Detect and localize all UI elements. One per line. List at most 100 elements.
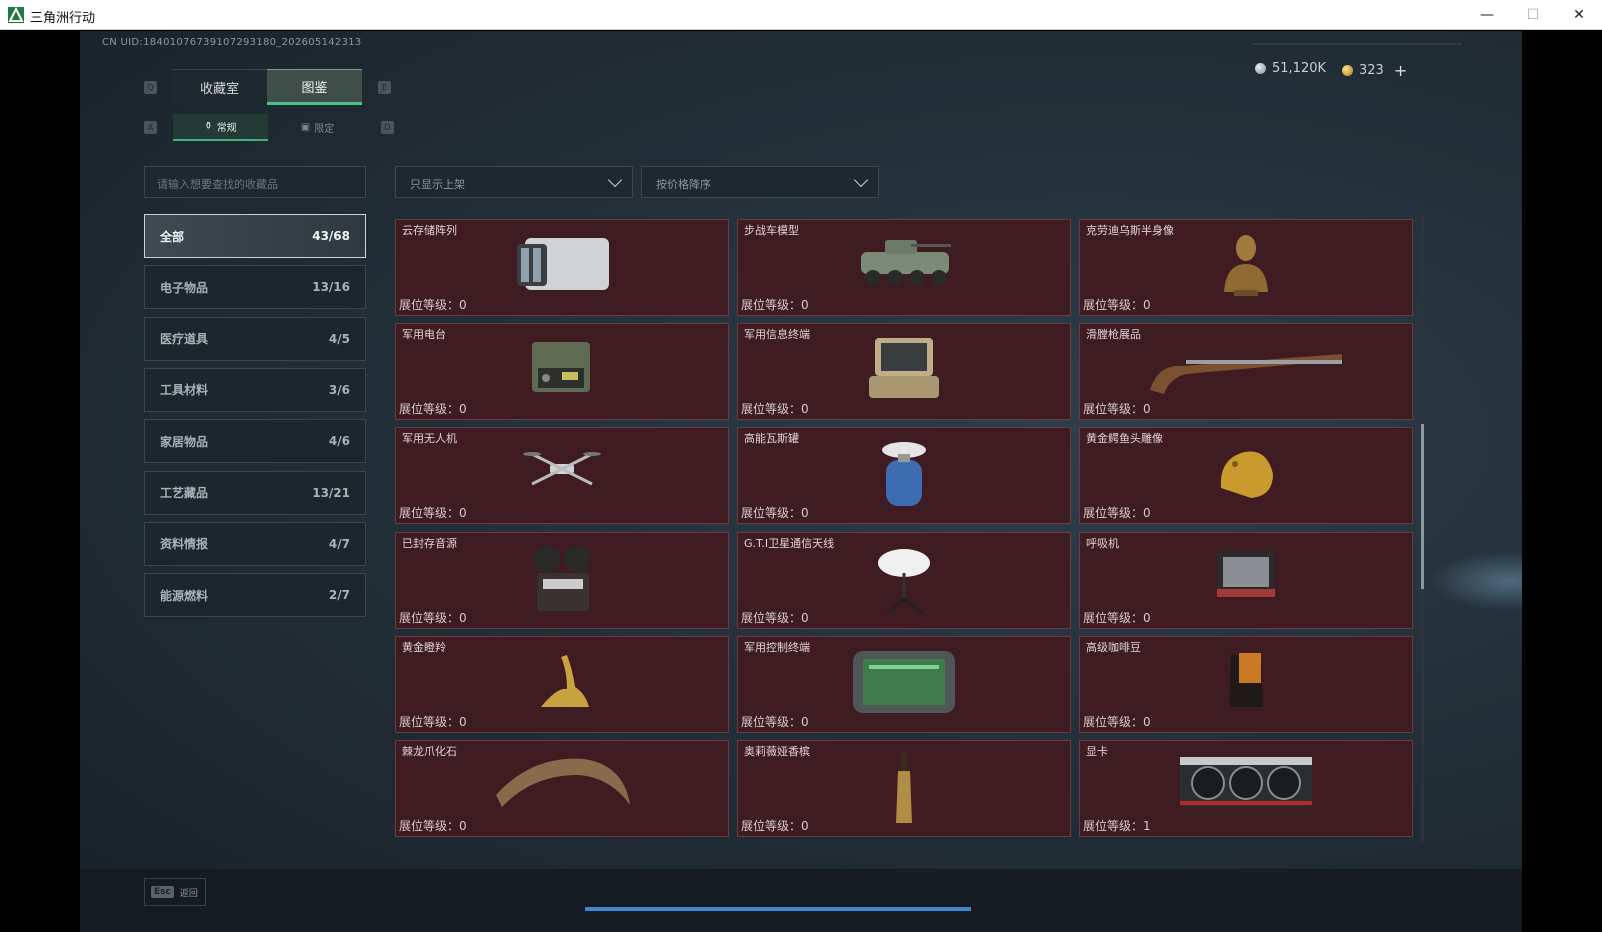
- rugged-terminal-icon: [859, 334, 949, 408]
- listing-filter-value: 只显示上架: [410, 178, 465, 191]
- booth-level-value: 0: [459, 714, 467, 729]
- coffee-bag-icon: [1221, 647, 1271, 717]
- booth-level-label: 展位等级：: [741, 506, 802, 521]
- collectible-name: 克劳迪乌斯半身像: [1086, 224, 1174, 237]
- booth-level-value: 0: [459, 298, 467, 312]
- sort-dropdown[interactable]: 按价格降序: [641, 166, 879, 198]
- category-item[interactable]: 资料情报 4/7: [144, 521, 366, 566]
- booth-level-label: 展位等级：: [741, 298, 802, 312]
- satellite-dish-icon: [874, 543, 934, 621]
- category-label: 工具材料: [160, 383, 209, 398]
- listing-filter-dropdown[interactable]: 只显示上架: [395, 166, 633, 198]
- add-currency-button[interactable]: +: [1394, 61, 1407, 80]
- window-titlebar: 三角洲行动 — ☐ ✕: [0, 0, 1602, 30]
- category-item[interactable]: 工具材料 3/6: [144, 367, 366, 412]
- collectible-name: 呼吸机: [1086, 536, 1119, 550]
- key-hint-a: A: [144, 121, 157, 134]
- category-label: 全部: [160, 229, 185, 244]
- booth-level: 展位等级：0: [741, 817, 809, 834]
- minimize-button[interactable]: —: [1464, 0, 1510, 30]
- booth-level-label: 展位等级：: [741, 402, 802, 417]
- booth-level: 展位等级：0: [1083, 400, 1151, 417]
- control-tablet-icon: [849, 647, 959, 721]
- booth-level-label: 展位等级：: [741, 610, 802, 625]
- category-item[interactable]: 医疗道具 4/5: [144, 316, 366, 361]
- loading-progress-bar: [585, 907, 971, 911]
- booth-level: 展位等级：1: [1083, 817, 1151, 834]
- subtab-normal-label: 常规: [216, 123, 237, 134]
- collectible-card[interactable]: 军用电台展位等级：0: [395, 323, 729, 421]
- category-item[interactable]: 工艺藏品 13/21: [144, 470, 366, 515]
- collectible-card[interactable]: 克劳迪乌斯半身像展位等级：0: [1079, 219, 1413, 316]
- booth-level: 展位等级：0: [741, 296, 809, 313]
- collectible-name: 高级咖啡豆: [1086, 640, 1141, 654]
- booth-level: 展位等级：0: [1083, 296, 1151, 313]
- ifv-model-icon: [849, 230, 959, 300]
- back-button[interactable]: Esc 返回: [144, 878, 206, 906]
- gas-canister-icon: [874, 438, 934, 518]
- booth-level-label: 展位等级：: [399, 714, 460, 729]
- esc-key-hint: Esc: [151, 886, 174, 898]
- collectible-card[interactable]: 高级咖啡豆 展位等级：0: [1079, 635, 1413, 733]
- collectible-name: 军用信息终端: [744, 328, 810, 342]
- collectible-card[interactable]: 奥莉薇娅香槟 展位等级：0: [737, 740, 1071, 837]
- flask-icon: ⚱: [204, 121, 213, 132]
- collectible-card[interactable]: 呼吸机展位等级：0: [1079, 531, 1413, 629]
- category-item[interactable]: 全部 43/68: [144, 214, 366, 258]
- booth-level: 展位等级：0: [399, 609, 467, 626]
- collectible-name: 军用电台: [402, 328, 446, 342]
- collectible-card[interactable]: 军用无人机 展位等级：0: [395, 427, 729, 525]
- collectible-card[interactable]: 黄金鳄鱼头雕像 展位等级：0: [1079, 427, 1413, 525]
- category-item[interactable]: 能源燃料 2/7: [144, 573, 366, 618]
- category-count: 2/7: [328, 588, 350, 603]
- collectible-name: 黄金鳄鱼头雕像: [1086, 432, 1163, 446]
- collectible-card[interactable]: 棘龙爪化石 展位等级：0: [395, 740, 729, 837]
- close-button[interactable]: ✕: [1556, 0, 1602, 30]
- collectible-card[interactable]: 滑膛枪展品展位等级：0: [1079, 323, 1413, 421]
- booth-level-label: 展位等级：: [741, 819, 802, 833]
- collectible-name: 云存储阵列: [402, 224, 457, 237]
- booth-level-value: 0: [459, 819, 467, 833]
- collectible-card[interactable]: 显卡 展位等级：1: [1079, 740, 1413, 837]
- booth-level: 展位等级：0: [741, 713, 809, 730]
- collectible-name: 滑膛枪展品: [1086, 328, 1141, 342]
- category-item[interactable]: 家居物品 4/6: [144, 419, 366, 464]
- collectible-card[interactable]: 黄金瞪羚 展位等级：0: [395, 635, 729, 733]
- booth-level: 展位等级：0: [399, 296, 467, 313]
- subtab-normal[interactable]: ⚱ 常规: [173, 114, 268, 141]
- category-count: 13/21: [312, 485, 350, 500]
- booth-level: 展位等级：0: [1083, 609, 1151, 626]
- search-input[interactable]: 请输入想要查找的收藏品: [144, 166, 366, 198]
- subtab-limited-label: 限定: [314, 124, 335, 135]
- collectible-card[interactable]: 军用控制终端 展位等级：0: [737, 635, 1071, 733]
- maximize-button[interactable]: ☐: [1510, 0, 1556, 30]
- gold-currency[interactable]: 323 +: [1342, 61, 1407, 80]
- graphics-card-icon: [1176, 751, 1316, 817]
- gold-crocodile-icon: [1211, 438, 1281, 508]
- tab-collection-room[interactable]: 收藏室: [172, 69, 267, 105]
- booth-level-value: 0: [801, 714, 809, 729]
- collectible-card[interactable]: G.T.I卫星通信天线 展位等级：0: [737, 531, 1071, 629]
- back-label: 返回: [179, 888, 198, 899]
- booth-level-label: 展位等级：: [1083, 402, 1144, 417]
- category-count: 13/16: [312, 280, 350, 295]
- booth-level-label: 展位等级：: [399, 819, 460, 833]
- collectible-card[interactable]: 步战车模型 展位等级：0: [737, 219, 1071, 316]
- sort-value: 按价格降序: [656, 178, 711, 191]
- category-count: 3/6: [328, 382, 350, 397]
- category-count: 4/6: [328, 434, 350, 449]
- grid-scrollbar-thumb[interactable]: [1421, 424, 1424, 589]
- booth-level: 展位等级：0: [399, 400, 467, 417]
- category-label: 能源燃料: [160, 588, 209, 603]
- collectible-card[interactable]: 军用信息终端 展位等级：0: [737, 323, 1071, 421]
- booth-level: 展位等级：0: [741, 504, 809, 521]
- tab-catalog[interactable]: 图鉴: [267, 69, 362, 105]
- claw-fossil-icon: [492, 751, 632, 815]
- category-label: 资料情报: [160, 537, 209, 552]
- category-item[interactable]: 电子物品 13/16: [144, 265, 366, 310]
- subtab-limited[interactable]: ▣ 限定: [270, 114, 365, 141]
- collectible-name: 已封存音源: [402, 536, 457, 550]
- collectible-card[interactable]: 已封存音源展位等级：0: [395, 531, 729, 629]
- collectible-card[interactable]: 高能瓦斯罐 展位等级：0: [737, 427, 1071, 525]
- collectible-card[interactable]: 云存储阵列展位等级：0: [395, 219, 729, 316]
